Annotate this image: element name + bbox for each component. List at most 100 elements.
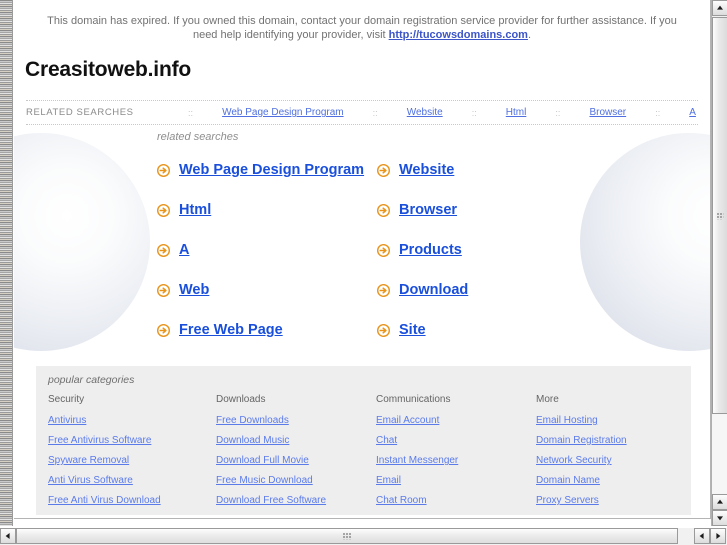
list-item: Spyware Removal xyxy=(48,453,216,467)
scroll-up-button-secondary[interactable] xyxy=(712,494,727,510)
category-link[interactable]: Chat xyxy=(376,435,397,446)
related-search-link[interactable]: Free Web Page xyxy=(179,322,283,338)
notice-text-after: . xyxy=(527,29,532,41)
related-search-link[interactable]: Web xyxy=(179,282,209,298)
strip-link-browser[interactable]: Browser xyxy=(589,107,626,118)
category-link[interactable]: Antivirus xyxy=(48,415,86,426)
vertical-scrollbar-thumb[interactable] xyxy=(712,17,727,414)
strip-link-website[interactable]: Website xyxy=(407,107,443,118)
arrow-circle-right-icon xyxy=(156,243,171,257)
category-link[interactable]: Domain Name xyxy=(536,475,600,486)
strip-link-web-page-design-program[interactable]: Web Page Design Program xyxy=(222,107,344,118)
category-link[interactable]: Free Downloads xyxy=(216,415,289,426)
scrollbar-grip-icon xyxy=(342,532,352,540)
category-link[interactable]: Anti Virus Software xyxy=(48,475,133,486)
category-link[interactable]: Email Hosting xyxy=(536,415,598,426)
category-link[interactable]: Network Security xyxy=(536,455,612,466)
separator-icon: :: xyxy=(655,107,661,118)
browser-window: This domain has expired. If you owned th… xyxy=(0,0,727,545)
separator-icon: :: xyxy=(372,107,378,118)
page-title: Creasitoweb.info xyxy=(25,58,191,81)
category-link[interactable]: Email Account xyxy=(376,415,439,426)
arrow-circle-right-icon xyxy=(376,323,391,337)
scroll-left-button-secondary[interactable] xyxy=(694,528,710,544)
category-title: More xyxy=(536,394,559,405)
related-search-item-browser[interactable]: Browser xyxy=(376,202,597,218)
vertical-scrollbar[interactable] xyxy=(711,0,727,526)
related-search-link[interactable]: Browser xyxy=(399,202,457,218)
category-link-list: Email Hosting Domain Registration Networ… xyxy=(536,413,696,507)
tucowsdomains-link[interactable]: http://tucowsdomains.com xyxy=(389,29,528,41)
popular-categories-heading: popular categories xyxy=(48,374,135,386)
category-link[interactable]: Email xyxy=(376,475,401,486)
related-search-link[interactable]: Products xyxy=(399,242,462,258)
list-item: Chat xyxy=(376,433,536,447)
category-title: Security xyxy=(48,394,85,405)
list-item: Free Music Download xyxy=(216,473,376,487)
scroll-left-arrow-icon xyxy=(699,533,704,539)
list-item: Download Free Software xyxy=(216,493,376,507)
category-link[interactable]: Free Anti Virus Download xyxy=(48,495,161,506)
related-search-item-a[interactable]: A xyxy=(156,242,377,258)
category-link[interactable]: Download Full Movie xyxy=(216,455,309,466)
category-link[interactable]: Free Music Download xyxy=(216,475,313,486)
category-link-list: Free Downloads Download Music Download F… xyxy=(216,413,376,507)
related-search-item-html[interactable]: Html xyxy=(156,202,377,218)
related-search-link[interactable]: Html xyxy=(179,202,211,218)
list-item: Download Music xyxy=(216,433,376,447)
related-searches-strip-items: :: Web Page Design Program :: Website ::… xyxy=(186,107,698,118)
window-left-edge-texture xyxy=(0,0,13,526)
strip-link-a[interactable]: A xyxy=(689,107,696,118)
strip-link-html[interactable]: Html xyxy=(506,107,527,118)
list-item: Anti Virus Software xyxy=(48,473,216,487)
list-item: Free Downloads xyxy=(216,413,376,427)
related-search-item-site[interactable]: Site xyxy=(376,322,597,338)
related-searches-label: RELATED SEARCHES xyxy=(26,107,134,118)
category-link[interactable]: Domain Registration xyxy=(536,435,627,446)
category-link[interactable]: Download Music xyxy=(216,435,289,446)
decorative-sphere-left xyxy=(14,133,150,351)
list-item: Chat Room xyxy=(376,493,536,507)
horizontal-scrollbar[interactable] xyxy=(0,528,727,545)
related-search-item-products[interactable]: Products xyxy=(376,242,597,258)
category-link[interactable]: Download Free Software xyxy=(216,495,326,506)
category-link[interactable]: Chat Room xyxy=(376,495,427,506)
separator-icon: :: xyxy=(555,107,561,118)
category-column-communications: Communications Email Account Chat Instan… xyxy=(376,394,536,513)
related-search-item-download[interactable]: Download xyxy=(376,282,597,298)
vertical-scrollbar-track[interactable] xyxy=(712,414,727,494)
related-search-link[interactable]: Website xyxy=(399,162,454,178)
related-search-item-web[interactable]: Web xyxy=(156,282,377,298)
related-search-link[interactable]: Download xyxy=(399,282,468,298)
page-content-frame: This domain has expired. If you owned th… xyxy=(14,0,711,519)
domain-expiry-notice: This domain has expired. If you owned th… xyxy=(14,0,710,48)
related-search-item-free-web-page[interactable]: Free Web Page xyxy=(156,322,377,338)
category-link[interactable]: Spyware Removal xyxy=(48,455,129,466)
separator-icon: :: xyxy=(188,107,194,118)
category-link[interactable]: Instant Messenger xyxy=(376,455,458,466)
related-search-link[interactable]: Site xyxy=(399,322,426,338)
scroll-up-arrow-icon xyxy=(717,499,723,504)
arrow-circle-right-icon xyxy=(156,323,171,337)
related-search-link[interactable]: Web Page Design Program xyxy=(179,162,364,178)
list-item: Network Security xyxy=(536,453,696,467)
notice-text-before: This domain has expired. If you owned th… xyxy=(47,15,677,41)
arrow-circle-right-icon xyxy=(376,163,391,177)
related-searches-hero: related searches Web Page Design Program xyxy=(14,125,710,357)
related-searches-grid: Web Page Design Program Website Html Bro… xyxy=(156,150,657,350)
scroll-left-button[interactable] xyxy=(0,528,16,544)
category-link[interactable]: Free Antivirus Software xyxy=(48,435,151,446)
related-searches-heading: related searches xyxy=(157,131,239,143)
list-item: Proxy Servers xyxy=(536,493,696,507)
category-link[interactable]: Proxy Servers xyxy=(536,495,599,506)
list-item: Email Account xyxy=(376,413,536,427)
scroll-down-button[interactable] xyxy=(712,510,727,526)
horizontal-scrollbar-thumb[interactable] xyxy=(16,528,678,544)
scroll-up-button[interactable] xyxy=(712,0,727,16)
related-search-item-website[interactable]: Website xyxy=(376,162,597,178)
scroll-right-button[interactable] xyxy=(710,528,726,544)
related-search-item-web-page-design-program[interactable]: Web Page Design Program xyxy=(156,162,377,178)
list-item: Download Full Movie xyxy=(216,453,376,467)
related-search-link[interactable]: A xyxy=(179,242,189,258)
arrow-circle-right-icon xyxy=(376,203,391,217)
